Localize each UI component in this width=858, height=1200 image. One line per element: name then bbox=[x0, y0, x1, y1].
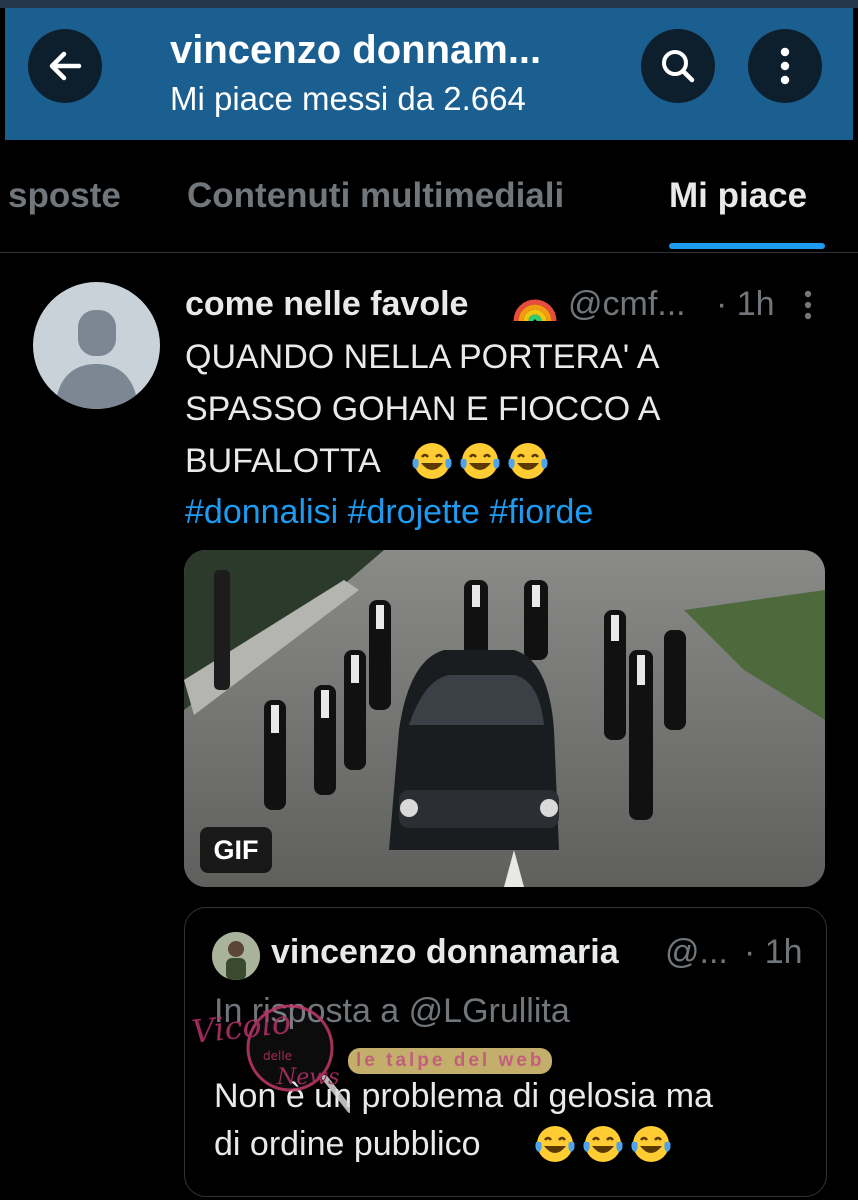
tweet-emojis bbox=[410, 441, 550, 481]
quoted-author-name: vincenzo donnamaria bbox=[271, 933, 619, 971]
arrow-left-icon bbox=[49, 51, 82, 81]
tweet-time: · 1h bbox=[716, 285, 775, 323]
tweet-gif-media[interactable] bbox=[184, 550, 825, 887]
search-button[interactable] bbox=[641, 29, 715, 103]
tab-mi-piace[interactable]: Mi piace bbox=[669, 176, 807, 216]
more-options-button[interactable] bbox=[748, 29, 822, 103]
tweet-text-line: BUFALOTTA bbox=[185, 442, 381, 480]
svg-text:delle: delle bbox=[263, 1049, 292, 1063]
svg-text:News: News bbox=[276, 1065, 339, 1090]
tweet-more-icon[interactable] bbox=[796, 288, 820, 324]
quoted-text-line: di ordine pubblico bbox=[214, 1125, 481, 1163]
tweet-text-line: SPASSO GOHAN E FIOCCO A bbox=[185, 390, 661, 428]
watermark-banner: le talpe del web bbox=[348, 1048, 553, 1074]
tab-contenuti-multimediali[interactable]: Contenuti multimediali bbox=[187, 176, 564, 216]
quoted-emojis bbox=[533, 1124, 673, 1164]
tweet-author-handle[interactable]: @cmf... bbox=[568, 285, 686, 324]
profile-header: vincenzo donnam... Mi piace messi da 2.6… bbox=[5, 8, 853, 140]
default-avatar-icon bbox=[55, 310, 138, 409]
laughing-emoji-icon bbox=[631, 1126, 671, 1162]
page-subtitle: Mi piace messi da 2.664 bbox=[170, 80, 526, 117]
tweet-text-line: QUANDO NELLA PORTERA' A bbox=[185, 338, 660, 376]
avatar[interactable] bbox=[33, 282, 160, 409]
laughing-emoji-icon bbox=[508, 443, 548, 479]
profile-tabs: sposte Contenuti multimediali Mi piace bbox=[0, 140, 858, 253]
laughing-emoji-icon bbox=[583, 1126, 623, 1162]
status-strip bbox=[0, 0, 858, 8]
tweet-author-name[interactable]: come nelle favole bbox=[185, 285, 468, 324]
active-tab-indicator bbox=[669, 243, 825, 249]
back-button[interactable] bbox=[28, 29, 102, 103]
laughing-emoji-icon bbox=[460, 443, 500, 479]
search-icon bbox=[662, 50, 695, 83]
page-title: vincenzo donnam... bbox=[170, 28, 542, 72]
avatar bbox=[212, 932, 260, 980]
tweet-hashtags[interactable]: #donnalisi #drojette #fiorde bbox=[185, 493, 593, 532]
laughing-emoji-icon bbox=[535, 1126, 575, 1162]
more-vertical-icon bbox=[780, 47, 790, 85]
gif-badge: GIF bbox=[200, 827, 272, 873]
gif-thumbnail bbox=[184, 550, 825, 887]
rainbow-emoji-icon bbox=[513, 299, 557, 322]
tab-risposte[interactable]: sposte bbox=[8, 176, 121, 216]
laughing-emoji-icon bbox=[412, 443, 452, 479]
quoted-author-handle: @... bbox=[665, 933, 728, 971]
watermark-stamp-logo: Vicolo delle News bbox=[190, 1003, 350, 1113]
quoted-author-photo bbox=[212, 932, 260, 980]
quoted-time: · 1h bbox=[744, 933, 803, 971]
